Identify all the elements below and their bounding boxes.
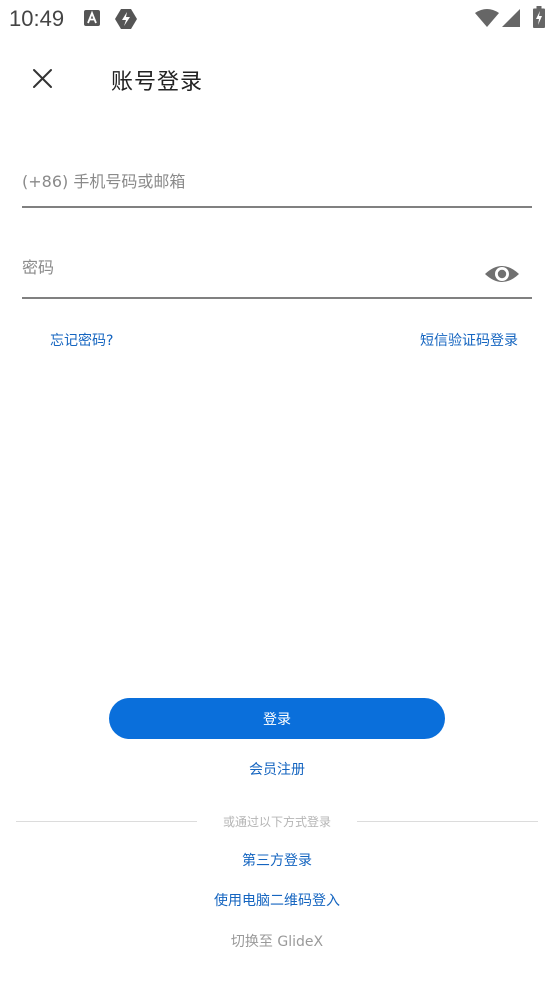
switch-row: 切换至 GlideX [0,931,554,951]
switch-to-glidex-link[interactable]: 切换至 GlideX [231,934,323,950]
toggle-password-visibility-button[interactable] [484,259,520,289]
close-icon [33,69,52,88]
page-title: 账号登录 [111,70,204,95]
forgot-password-link[interactable]: 忘记密码? [50,330,113,350]
register-link[interactable]: 会员注册 [249,762,305,778]
eye-icon [485,266,519,282]
notification-a-icon [84,10,100,26]
phone-email-input[interactable] [22,172,462,191]
battery-icon [533,6,545,28]
divider-line-right [357,821,538,822]
status-time: 10:49 [9,6,65,31]
password-field[interactable] [22,258,532,299]
qr-code-login-link[interactable]: 使用电脑二维码登入 [214,893,340,909]
third-party-login-link[interactable]: 第三方登录 [242,853,312,869]
sms-login-link[interactable]: 短信验证码登录 [420,330,518,350]
wifi-icon [475,9,499,27]
cell-signal-icon [502,9,520,27]
register-row: 会员注册 [0,759,554,779]
app-notification-icon [115,9,137,29]
alternative-login-divider: 或通过以下方式登录 [0,812,554,832]
header: 账号登录 [0,50,554,110]
qr-login-row: 使用电脑二维码登入 [0,890,554,910]
close-button[interactable] [22,58,64,102]
status-bar: 10:49 [0,0,554,38]
phone-email-field[interactable] [22,172,532,208]
login-button[interactable]: 登录 [109,698,445,739]
third-party-row: 第三方登录 [0,850,554,870]
password-input[interactable] [22,258,462,277]
